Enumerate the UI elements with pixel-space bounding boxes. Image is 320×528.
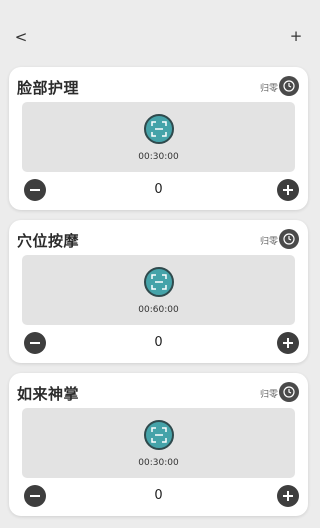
- counter-card: 脸部护理 归零 00:30:00 0: [9, 67, 308, 210]
- reset-icon[interactable]: [279, 229, 299, 249]
- card-title: 如来神掌: [17, 385, 80, 403]
- reset-label[interactable]: 归零: [260, 234, 278, 247]
- scan-icon[interactable]: [144, 267, 174, 297]
- timer-value: 00:30:00: [138, 458, 179, 468]
- timer-display: 00:30:00: [22, 408, 295, 478]
- reset-icon[interactable]: [279, 382, 299, 402]
- scan-icon[interactable]: [144, 114, 174, 144]
- count-value: 0: [154, 182, 163, 197]
- card-title: 穴位按摩: [17, 232, 80, 250]
- card-title: 脸部护理: [17, 79, 80, 97]
- timer-display: 00:30:00: [22, 102, 295, 172]
- plus-button[interactable]: [277, 485, 299, 507]
- reset-label[interactable]: 归零: [260, 387, 278, 400]
- count-value: 0: [154, 335, 163, 350]
- scan-icon[interactable]: [144, 420, 174, 450]
- timer-value: 00:30:00: [138, 152, 179, 162]
- timer-value: 00:60:00: [138, 305, 179, 315]
- counter-card: 穴位按摩 归零 00:60:00 0: [9, 220, 308, 363]
- reset-label[interactable]: 归零: [260, 81, 278, 94]
- counter-card: 如来神掌 归零 00:30:00 0: [9, 373, 308, 516]
- count-value: 0: [154, 488, 163, 503]
- add-button[interactable]: +: [287, 26, 305, 46]
- top-bar: < +: [0, 0, 317, 64]
- timer-display: 00:60:00: [22, 255, 295, 325]
- reset-icon[interactable]: [279, 76, 299, 96]
- back-button[interactable]: <: [12, 27, 30, 47]
- plus-button[interactable]: [277, 179, 299, 201]
- plus-button[interactable]: [277, 332, 299, 354]
